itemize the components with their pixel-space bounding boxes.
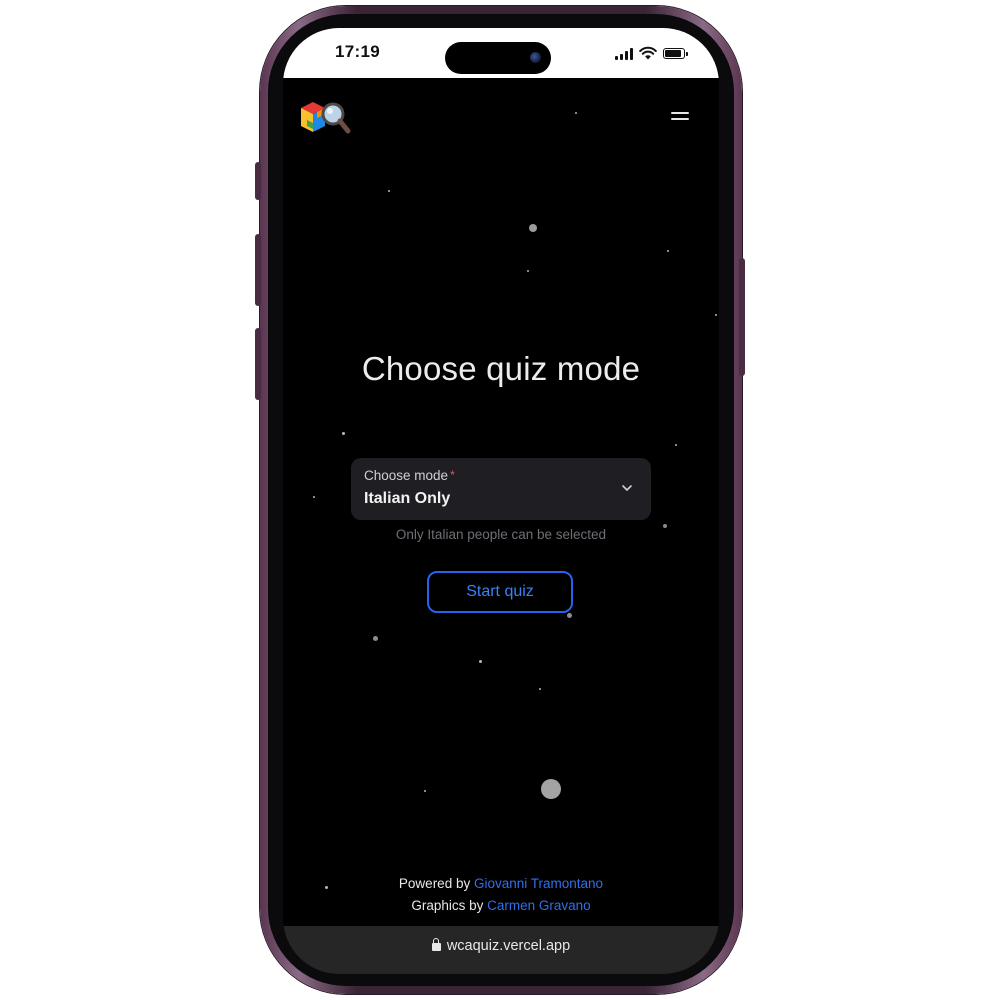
browser-url-bar[interactable]: wcaquiz.vercel.app xyxy=(283,926,719,974)
star-decoration xyxy=(539,688,541,690)
star-decoration xyxy=(667,250,669,252)
star-decoration xyxy=(388,190,390,192)
phone-screen: 17:19 Choose quiz mode Choose mode * Ita… xyxy=(283,28,719,974)
volume-up-button xyxy=(255,234,261,306)
wifi-icon xyxy=(639,46,657,60)
mode-select-label: Choose mode * xyxy=(364,468,455,483)
mode-select-value: Italian Only xyxy=(364,490,451,507)
action-button xyxy=(255,162,261,200)
hamburger-menu-icon xyxy=(671,112,689,114)
footer: Powered by Giovanni Tramontano Graphics … xyxy=(283,873,719,917)
front-camera-icon xyxy=(530,52,541,63)
required-mark: * xyxy=(450,468,455,482)
start-quiz-button[interactable]: Start quiz xyxy=(427,571,573,613)
volume-down-button xyxy=(255,328,261,400)
status-icons xyxy=(615,44,688,60)
star-decoration xyxy=(567,613,572,618)
star-decoration xyxy=(373,636,378,641)
page-title: Choose quiz mode xyxy=(361,350,641,387)
graphics-by-prefix: Graphics by xyxy=(411,898,484,913)
status-time: 17:19 xyxy=(335,42,380,61)
star-decoration xyxy=(424,790,426,792)
mode-helper-text: Only Italian people can be selected xyxy=(395,527,607,542)
url-text: wcaquiz.vercel.app xyxy=(446,938,571,954)
graphics-by-link[interactable]: Carmen Gravano xyxy=(487,898,591,913)
star-decoration xyxy=(675,444,677,446)
star-decoration xyxy=(479,660,482,663)
powered-by-link[interactable]: Giovanni Tramontano xyxy=(474,876,603,891)
chevron-down-icon xyxy=(622,485,632,491)
star-decoration xyxy=(529,224,537,232)
star-decoration xyxy=(527,270,529,272)
star-decoration xyxy=(575,112,577,114)
star-decoration xyxy=(715,314,717,316)
power-button xyxy=(739,258,745,376)
hamburger-menu-icon xyxy=(671,118,689,120)
graphics-by-line: Graphics by Carmen Gravano xyxy=(283,895,719,917)
star-decoration xyxy=(313,496,315,498)
menu-button[interactable] xyxy=(671,112,689,124)
dynamic-island xyxy=(445,42,551,74)
stage: 17:19 Choose quiz mode Choose mode * Ita… xyxy=(0,0,1000,1000)
wca-logo-icon xyxy=(301,102,351,134)
app-content: Choose quiz mode Choose mode * Italian On… xyxy=(283,78,719,926)
battery-icon xyxy=(663,48,688,59)
mode-select[interactable]: Choose mode * Italian Only xyxy=(351,458,651,520)
powered-by-prefix: Powered by xyxy=(398,876,471,891)
cellular-signal-icon xyxy=(615,48,633,60)
star-decoration xyxy=(342,432,345,435)
url-display: wcaquiz.vercel.app xyxy=(283,938,719,954)
star-decoration xyxy=(541,779,561,799)
powered-by-line: Powered by Giovanni Tramontano xyxy=(283,873,719,895)
status-bar: 17:19 xyxy=(283,28,719,78)
mode-select-label-text: Choose mode xyxy=(364,468,449,483)
lock-icon xyxy=(431,938,441,951)
